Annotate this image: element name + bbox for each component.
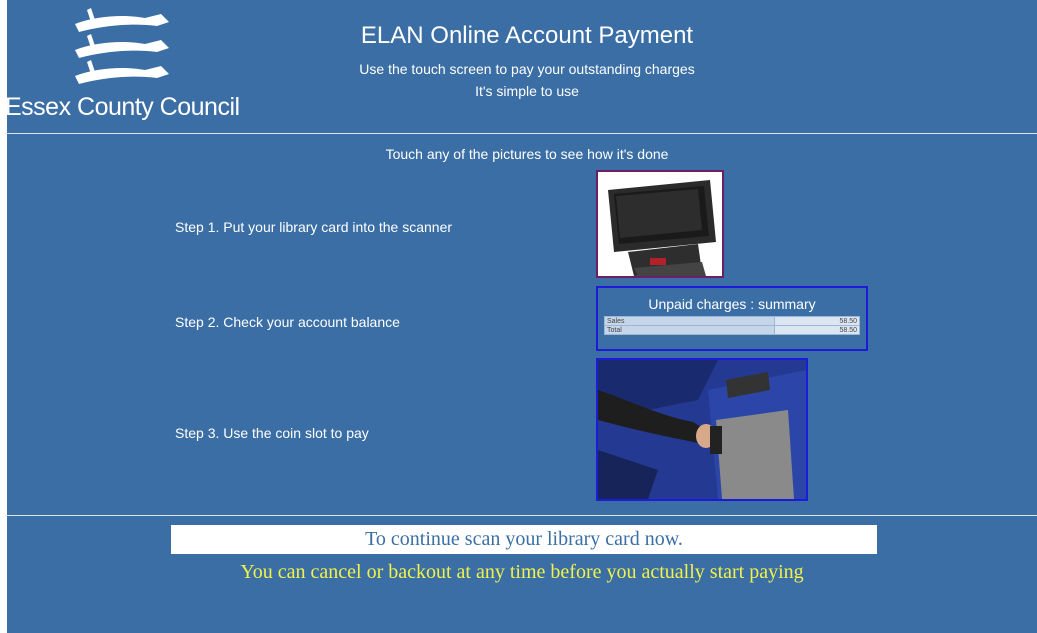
footer-divider (7, 515, 1037, 516)
summary-title: Unpaid charges : summary (648, 296, 816, 312)
step-3-label: Step 3. Use the coin slot to pay (175, 425, 369, 441)
card-scanner-terminal-image[interactable] (596, 170, 724, 278)
table-row: Sales 58.50 (604, 316, 860, 326)
unpaid-charges-summary-image[interactable]: Unpaid charges : summary Sales 58.50 Tot… (596, 286, 868, 351)
step-2-label: Step 2. Check your account balance (175, 314, 400, 330)
coin-slot-image[interactable] (596, 358, 808, 501)
summary-row-label: Total (604, 325, 775, 335)
cancel-notice: You can cancel or backout at any time be… (240, 561, 804, 583)
scanner-terminal-icon (598, 172, 722, 276)
council-logo: Essex County Council (5, 8, 247, 123)
summary-row-value: 58.50 (774, 325, 860, 335)
coin-slot-photo-icon (598, 360, 806, 499)
step-1-label: Step 1. Put your library card into the s… (175, 219, 453, 235)
summary-table: Sales 58.50 Total 58.50 (604, 316, 860, 335)
table-row: Total 58.50 (604, 325, 860, 335)
kiosk-frame: Essex County Council ELAN Online Account… (0, 0, 1037, 633)
page-title: ELAN Online Account Payment (360, 22, 694, 49)
summary-row-value: 58.50 (774, 316, 860, 326)
summary-row-label: Sales (604, 316, 775, 326)
page-subtitle-secondary: It's simple to use (475, 83, 579, 99)
scan-card-prompt: To continue scan your library card now. (171, 525, 877, 554)
header-divider (7, 133, 1037, 134)
three-seaxes-icon (75, 8, 169, 84)
kiosk-screen: Essex County Council ELAN Online Account… (5, 0, 1037, 633)
logo-text: Essex County Council (5, 93, 240, 121)
instruction-text: Touch any of the pictures to see how it'… (385, 146, 669, 162)
page-subtitle: Use the touch screen to pay your outstan… (359, 61, 695, 77)
